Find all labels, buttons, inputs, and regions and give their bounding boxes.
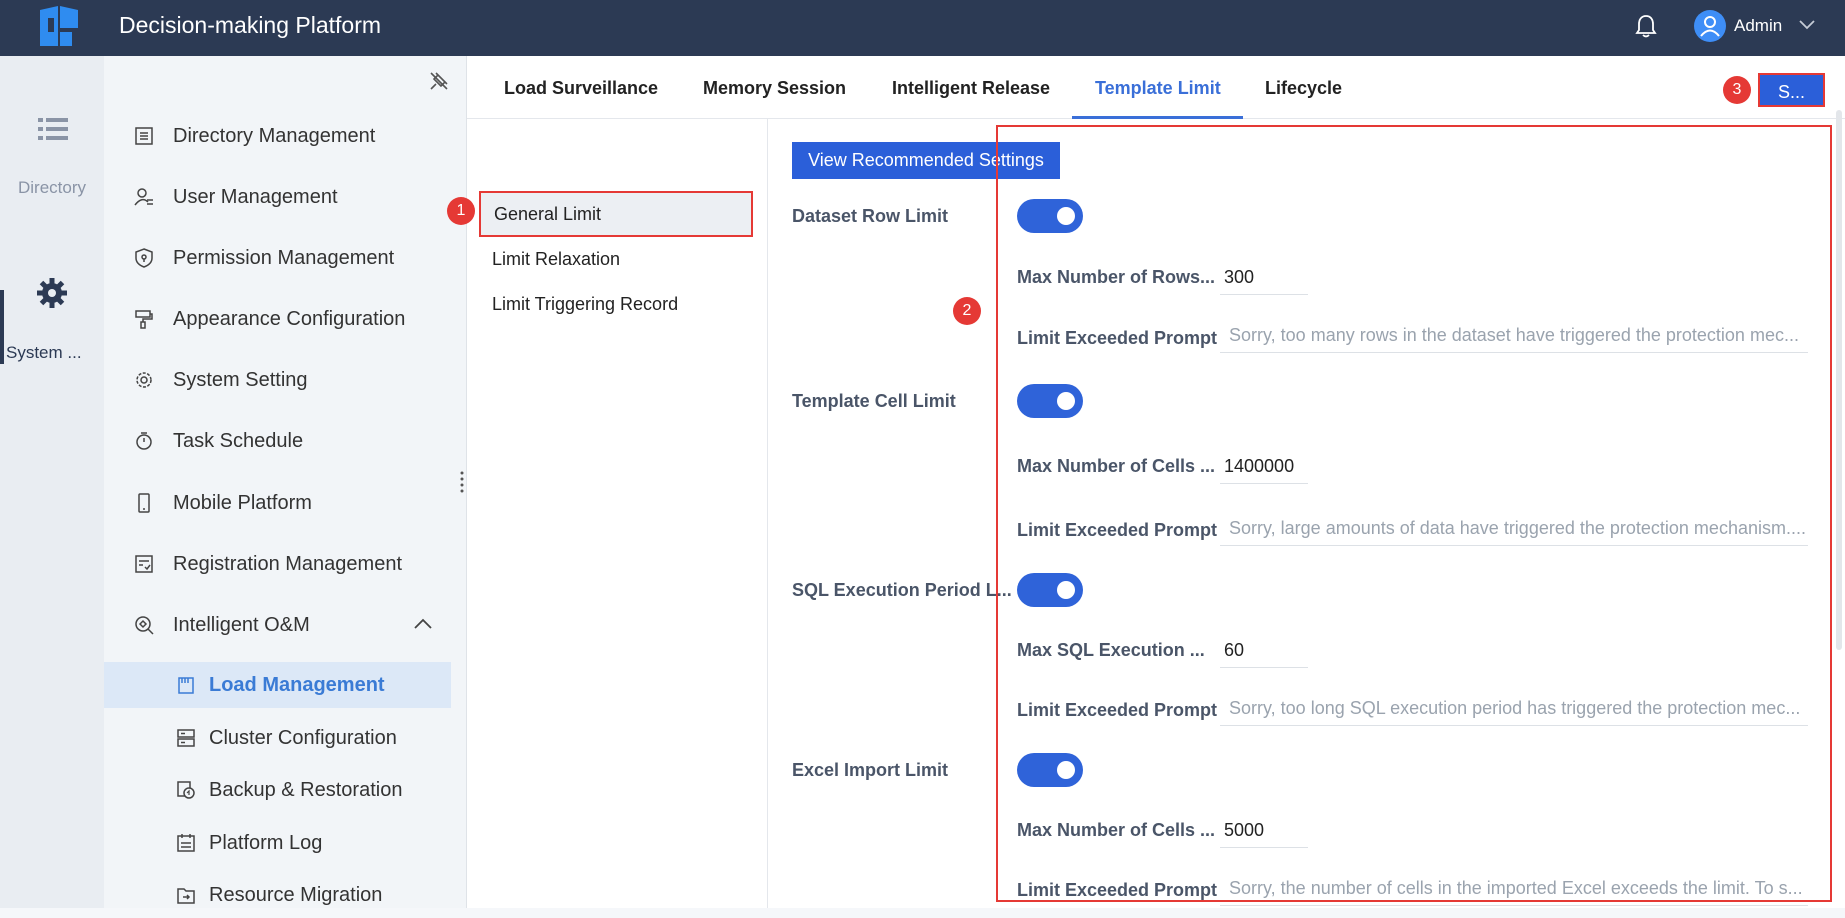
avatar[interactable] bbox=[1694, 10, 1726, 42]
sidebar-item-label: Registration Management bbox=[173, 553, 403, 575]
gear-icon[interactable] bbox=[35, 276, 69, 310]
section-title: SQL Execution Period L... bbox=[792, 580, 1012, 600]
sidebar-item-label: System Setting bbox=[173, 369, 308, 391]
tab-intelligent-release[interactable]: Intelligent Release bbox=[892, 78, 1050, 99]
subnav-limit-relaxation[interactable]: Limit Relaxation bbox=[479, 236, 753, 282]
sidebar-item-mobile-platform[interactable]: Mobile Platform bbox=[104, 481, 467, 525]
list-icon[interactable] bbox=[38, 116, 68, 142]
tab-template-limit[interactable]: Template Limit bbox=[1095, 78, 1221, 99]
sidebar-item-user-management[interactable]: User Management bbox=[104, 175, 467, 219]
sidebar-item-appearance-configuration[interactable]: Appearance Configuration bbox=[104, 297, 467, 341]
sidebar-item-permission-management[interactable]: Permission Management bbox=[104, 236, 467, 280]
subnav-general-limit[interactable]: General Limit bbox=[479, 191, 753, 237]
scrollbar[interactable] bbox=[1836, 110, 1842, 650]
load-icon bbox=[178, 677, 194, 694]
sidebar-item-task-schedule[interactable]: Task Schedule bbox=[104, 419, 467, 463]
section-title: Excel Import Limit bbox=[792, 760, 949, 780]
gear-icon bbox=[136, 372, 152, 388]
bell-icon[interactable] bbox=[1635, 13, 1657, 39]
sidebar-subitem-label: Platform Log bbox=[209, 832, 323, 854]
sidebar-item-system-setting[interactable]: System Setting bbox=[104, 358, 467, 402]
rail-active-indicator bbox=[0, 290, 4, 364]
sidebar-subitem-label: Backup & Restoration bbox=[209, 779, 403, 801]
app-logo-icon[interactable] bbox=[36, 4, 82, 48]
annotation-badge-3: 3 bbox=[1723, 76, 1751, 104]
migration-icon bbox=[177, 888, 195, 904]
section-title: Template Cell Limit bbox=[792, 391, 956, 411]
sidebar-subitem-label: Resource Migration bbox=[209, 884, 383, 906]
annotation-badge-2: 2 bbox=[953, 297, 981, 325]
sidebar-item-label: Intelligent O&M bbox=[173, 614, 310, 636]
user-icon bbox=[134, 188, 153, 206]
subnav-limit-triggering-record[interactable]: Limit Triggering Record bbox=[479, 281, 753, 327]
sidebar-subitem-resource-migration[interactable]: Resource Migration bbox=[104, 872, 451, 918]
rail-system-label[interactable]: System ... bbox=[6, 343, 82, 363]
top-bar: Decision-making Platform Admin bbox=[0, 0, 1845, 56]
annotation-badge-1: 1 bbox=[447, 197, 475, 225]
registration-icon bbox=[135, 555, 153, 573]
sidebar-item-label: Task Schedule bbox=[173, 430, 304, 452]
sidebar: Directory Management User Management Per… bbox=[104, 56, 467, 908]
mobile-icon bbox=[138, 493, 150, 513]
sidebar-subitem-label: Cluster Configuration bbox=[209, 727, 397, 749]
section-title: Dataset Row Limit bbox=[792, 206, 949, 226]
sidebar-subitem-platform-log[interactable]: Platform Log bbox=[104, 820, 451, 866]
unpin-icon[interactable] bbox=[428, 70, 450, 92]
user-avatar-icon bbox=[1700, 16, 1720, 37]
backup-icon bbox=[177, 781, 195, 799]
save-button[interactable]: S... bbox=[1758, 73, 1825, 107]
sidebar-item-label: Directory Management bbox=[173, 125, 376, 147]
sidebar-item-intelligent-om[interactable]: Intelligent O&M bbox=[104, 603, 467, 647]
tab-load-surveillance[interactable]: Load Surveillance bbox=[504, 78, 658, 99]
cluster-icon bbox=[177, 729, 195, 747]
tab-memory-session[interactable]: Memory Session bbox=[703, 78, 846, 99]
user-name[interactable]: Admin bbox=[1734, 16, 1782, 36]
rail-directory-label[interactable]: Directory bbox=[0, 178, 104, 198]
sidebar-subitem-label: Load Management bbox=[209, 674, 385, 696]
sidebar-item-label: Mobile Platform bbox=[173, 492, 312, 514]
om-icon bbox=[135, 616, 154, 635]
sidebar-item-label: Appearance Configuration bbox=[173, 308, 406, 330]
sidebar-subitem-backup-restoration[interactable]: Backup & Restoration bbox=[104, 767, 451, 813]
annotation-box-2 bbox=[996, 125, 1832, 902]
app-title: Decision-making Platform bbox=[119, 12, 382, 38]
sidebar-item-label: User Management bbox=[173, 186, 338, 208]
directory-icon bbox=[135, 127, 153, 145]
left-rail: Directory System ... bbox=[0, 56, 104, 908]
timer-icon bbox=[136, 432, 152, 450]
sidebar-item-registration-management[interactable]: Registration Management bbox=[104, 542, 467, 586]
log-icon bbox=[177, 834, 195, 852]
sidebar-subitem-cluster-configuration[interactable]: Cluster Configuration bbox=[104, 715, 451, 761]
sidebar-item-label: Permission Management bbox=[173, 247, 395, 269]
sub-navigation: 1 General Limit Limit Relaxation Limit T… bbox=[447, 119, 768, 908]
paint-roller-icon bbox=[135, 310, 153, 329]
tab-lifecycle[interactable]: Lifecycle bbox=[1265, 78, 1342, 99]
sidebar-item-directory-management[interactable]: Directory Management bbox=[104, 114, 467, 158]
chevron-up-icon[interactable] bbox=[414, 617, 432, 631]
chevron-down-icon[interactable] bbox=[1799, 18, 1815, 30]
shield-icon bbox=[135, 248, 153, 268]
tab-bar: Load Surveillance Memory Session Intelli… bbox=[467, 56, 1845, 119]
sidebar-subitem-load-management[interactable]: Load Management bbox=[104, 662, 451, 708]
